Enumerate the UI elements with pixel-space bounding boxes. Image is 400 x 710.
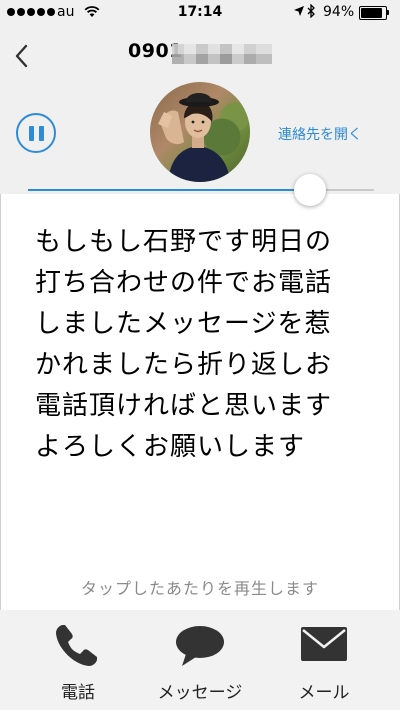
- mail-label: メール: [298, 683, 350, 703]
- caller-avatar: [150, 82, 250, 182]
- voicemail-transcript[interactable]: もしもし石野です明日の 打ち合わせの件でお電話 しましたメッセージを惹 かれましたら折…: [35, 222, 370, 468]
- message-label: メッセージ: [157, 683, 243, 703]
- open-contact-link[interactable]: 連絡先を開く: [278, 124, 362, 144]
- call-label: 電話: [61, 683, 95, 703]
- status-bar: au 17:14 94%: [0, 0, 400, 26]
- location-icon: [294, 6, 304, 16]
- transcript-line: もしもし石野です明日の: [35, 227, 333, 257]
- transcript-line: しましたメッセージを惹: [35, 309, 332, 339]
- back-chevron-icon[interactable]: [12, 42, 32, 70]
- phone-icon: [56, 625, 97, 666]
- transcript-line: 電話頂ければと思います: [35, 391, 333, 421]
- transcript-line: よろしくお願いします: [35, 432, 306, 462]
- transcript-line: 打ち合わせの件でお電話: [35, 268, 333, 298]
- voicemail-header: 0901 連絡先を開く: [0, 26, 400, 194]
- transcript-line: かれましたら折り返しお: [35, 350, 333, 380]
- speech-bubble-icon: [176, 626, 224, 666]
- call-button[interactable]: 電話: [28, 610, 128, 710]
- playback-slider-thumb[interactable]: [293, 174, 326, 206]
- caller-photo: [158, 93, 230, 182]
- battery-icon: [359, 6, 387, 20]
- pause-button[interactable]: [16, 113, 56, 153]
- bluetooth-icon: [307, 4, 315, 18]
- battery-tip: [387, 10, 389, 15]
- mail-button[interactable]: メール: [274, 610, 374, 710]
- message-button[interactable]: メッセージ: [150, 610, 250, 710]
- battery-percentage: 94%: [323, 4, 355, 20]
- tap-to-play-hint: タップしたあたりを再生します: [80, 579, 319, 598]
- envelope-icon: [301, 627, 347, 661]
- playback-progress: [28, 189, 310, 191]
- masked-number-mosaic: [172, 44, 272, 64]
- action-bar: 電話 メッセージ メール: [0, 610, 400, 710]
